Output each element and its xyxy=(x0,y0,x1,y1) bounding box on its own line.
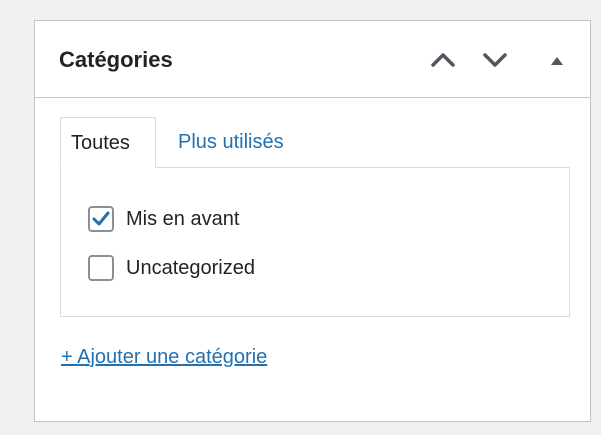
tab-all[interactable]: Toutes xyxy=(60,117,156,168)
category-checkbox-checked[interactable] xyxy=(88,206,114,232)
toggle-panel-button[interactable] xyxy=(537,43,577,77)
category-label: Mis en avant xyxy=(126,207,240,230)
chevron-up-icon xyxy=(431,53,455,67)
triangle-up-icon xyxy=(551,57,563,65)
category-tabs: Toutes Plus utilisés xyxy=(60,117,570,168)
categories-metabox: Catégories Toutes Plus utilisés Mis en a… xyxy=(34,20,591,422)
page-background: Catégories Toutes Plus utilisés Mis en a… xyxy=(0,0,601,435)
category-item: Uncategorized xyxy=(88,254,255,282)
add-category-link[interactable]: + Ajouter une catégorie xyxy=(61,346,267,369)
move-down-button[interactable] xyxy=(475,43,515,77)
metabox-title: Catégories xyxy=(59,47,173,72)
move-up-button[interactable] xyxy=(423,43,463,77)
category-label: Uncategorized xyxy=(126,256,255,279)
checkmark-icon xyxy=(92,211,110,226)
metabox-header: Catégories xyxy=(35,21,590,98)
chevron-down-icon xyxy=(483,53,507,67)
tab-most-used[interactable]: Plus utilisés xyxy=(168,117,294,168)
category-checkbox[interactable] xyxy=(88,255,114,281)
categories-checklist: Mis en avant Uncategorized xyxy=(60,167,570,317)
category-item: Mis en avant xyxy=(88,205,239,233)
